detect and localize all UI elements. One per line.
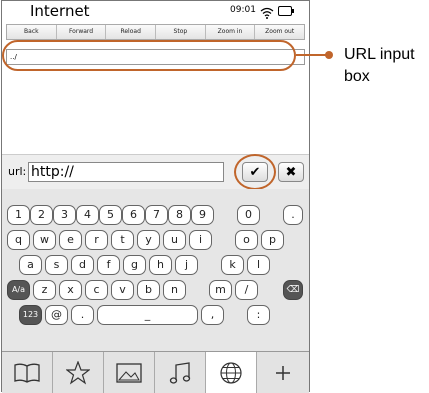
key[interactable]: r bbox=[85, 230, 108, 250]
close-icon: ✖ bbox=[285, 165, 297, 180]
key[interactable]: n bbox=[163, 280, 186, 300]
key[interactable]: f bbox=[97, 255, 120, 275]
key[interactable]: o bbox=[235, 230, 258, 250]
onscreen-keyboard: 1 2 3 4 5 6 7 8 9 0 . q w e r t y u i o … bbox=[2, 189, 309, 351]
key[interactable]: v bbox=[111, 280, 134, 300]
key[interactable]: 2 bbox=[30, 205, 53, 225]
url-bar-highlight bbox=[2, 40, 296, 71]
app-title: Internet bbox=[30, 2, 90, 20]
status-bar: Internet 09:01 bbox=[2, 1, 309, 21]
keyboard-row-bottom: 123 @ . _ , : bbox=[2, 305, 309, 327]
key[interactable]: p bbox=[261, 230, 284, 250]
key[interactable]: 4 bbox=[76, 205, 99, 225]
key[interactable]: k bbox=[221, 255, 244, 275]
url-label: url: bbox=[8, 165, 27, 178]
checkmark-icon: ✔ bbox=[249, 165, 261, 180]
url-input[interactable]: http:// bbox=[28, 162, 224, 182]
numbers-key[interactable]: 123 bbox=[19, 305, 42, 325]
keyboard-row-qwerty: q w e r t y u i o p bbox=[2, 230, 309, 252]
url-entry-panel: url: http:// ✔ ✖ bbox=[2, 154, 309, 190]
key[interactable]: g bbox=[123, 255, 146, 275]
key[interactable]: c bbox=[85, 280, 108, 300]
image-icon bbox=[116, 362, 142, 383]
back-button[interactable]: Back bbox=[7, 25, 57, 39]
music-button[interactable] bbox=[155, 352, 206, 393]
browser-button[interactable] bbox=[206, 352, 257, 393]
key[interactable]: 9 bbox=[191, 205, 214, 225]
browser-toolbar: Back Forward Reload Stop Zoom in Zoom ou… bbox=[6, 24, 305, 40]
star-icon bbox=[66, 360, 90, 385]
key[interactable]: q bbox=[7, 230, 30, 250]
music-icon bbox=[169, 361, 191, 385]
key[interactable]: . bbox=[283, 205, 303, 225]
shift-key[interactable]: A/a bbox=[7, 280, 30, 300]
key[interactable]: t bbox=[111, 230, 134, 250]
key[interactable]: e bbox=[59, 230, 82, 250]
forward-button[interactable]: Forward bbox=[57, 25, 107, 39]
book-icon bbox=[14, 363, 40, 383]
key[interactable]: y bbox=[137, 230, 160, 250]
key[interactable]: . bbox=[71, 305, 94, 325]
callout-label: URL input box bbox=[344, 46, 415, 85]
key[interactable]: 6 bbox=[122, 205, 145, 225]
key[interactable]: h bbox=[149, 255, 172, 275]
globe-icon bbox=[219, 361, 243, 385]
favorites-button[interactable] bbox=[53, 352, 104, 393]
key[interactable]: z bbox=[33, 280, 56, 300]
stop-button[interactable]: Stop bbox=[156, 25, 206, 39]
key[interactable]: 0 bbox=[237, 205, 260, 225]
key[interactable]: a bbox=[19, 255, 42, 275]
web-content-area bbox=[3, 67, 309, 157]
key[interactable]: 1 bbox=[7, 205, 30, 225]
space-key[interactable]: _ bbox=[97, 305, 198, 325]
key[interactable]: 7 bbox=[145, 205, 168, 225]
keyboard-row-numbers: 1 2 3 4 5 6 7 8 9 0 . bbox=[2, 205, 309, 227]
key[interactable]: @ bbox=[45, 305, 68, 325]
key[interactable]: , bbox=[201, 305, 224, 325]
keyboard-row-asdf: a s d f g h j k l bbox=[2, 255, 309, 277]
library-button[interactable] bbox=[2, 352, 53, 393]
wifi-icon bbox=[260, 4, 274, 19]
key[interactable]: 8 bbox=[168, 205, 191, 225]
cancel-button[interactable]: ✖ bbox=[278, 162, 304, 182]
backspace-key[interactable]: ⌫ bbox=[283, 280, 303, 300]
key[interactable]: x bbox=[59, 280, 82, 300]
plus-icon bbox=[275, 365, 291, 381]
key[interactable]: b bbox=[137, 280, 160, 300]
key[interactable]: 3 bbox=[53, 205, 76, 225]
key[interactable]: u bbox=[163, 230, 186, 250]
key[interactable]: w bbox=[33, 230, 56, 250]
more-button[interactable] bbox=[257, 352, 309, 393]
zoom-out-button[interactable]: Zoom out bbox=[255, 25, 304, 39]
bottom-navigation bbox=[2, 351, 309, 393]
key[interactable]: s bbox=[45, 255, 68, 275]
battery-icon bbox=[278, 6, 294, 16]
reload-button[interactable]: Reload bbox=[106, 25, 157, 39]
key[interactable]: : bbox=[247, 305, 270, 325]
key[interactable]: / bbox=[235, 280, 258, 300]
key[interactable]: l bbox=[247, 255, 270, 275]
key[interactable]: 5 bbox=[99, 205, 122, 225]
callout-dot bbox=[325, 51, 333, 59]
key[interactable]: d bbox=[71, 255, 94, 275]
photos-button[interactable] bbox=[104, 352, 155, 393]
confirm-button[interactable]: ✔ bbox=[242, 162, 268, 182]
keyboard-row-zxcv: A/a z x c v b n m / ⌫ bbox=[2, 280, 309, 302]
clock: 09:01 bbox=[230, 5, 256, 15]
zoom-in-button[interactable]: Zoom in bbox=[206, 25, 256, 39]
key[interactable]: j bbox=[175, 255, 198, 275]
key[interactable]: m bbox=[209, 280, 232, 300]
key[interactable]: i bbox=[189, 230, 212, 250]
backspace-icon: ⌫ bbox=[286, 285, 300, 295]
